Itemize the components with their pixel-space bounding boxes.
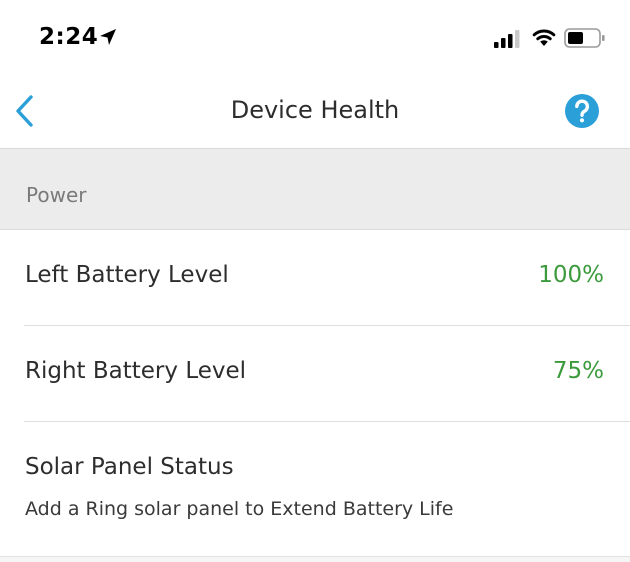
left-battery-row: Left Battery Level 100% [0,230,630,326]
right-battery-label: Right Battery Level [25,358,247,384]
page-title: Device Health [230,96,400,124]
help-icon[interactable] [564,93,600,129]
location-arrow-icon [100,29,116,45]
cellular-signal-icon [494,30,520,48]
wifi-icon [532,29,556,46]
right-battery-row: Right Battery Level 75% [0,326,630,422]
section-title: Power [26,183,87,207]
solar-panel-label: Solar Panel Status [25,454,234,480]
navigation-bar: Device Health [0,76,630,149]
left-battery-value: 100% [538,262,604,288]
status-time: 2:24 [39,24,99,50]
right-battery-value: 75% [552,358,604,384]
solar-panel-row[interactable]: Solar Panel Status Add a Ring solar pane… [0,422,630,556]
status-bar: 2:24 [0,0,630,76]
solar-panel-subtitle: Add a Ring solar panel to Extend Battery… [25,498,454,520]
section-header-power: Power [0,149,630,230]
battery-icon [564,28,605,48]
bottom-fill [0,557,630,562]
left-battery-label: Left Battery Level [25,262,229,288]
